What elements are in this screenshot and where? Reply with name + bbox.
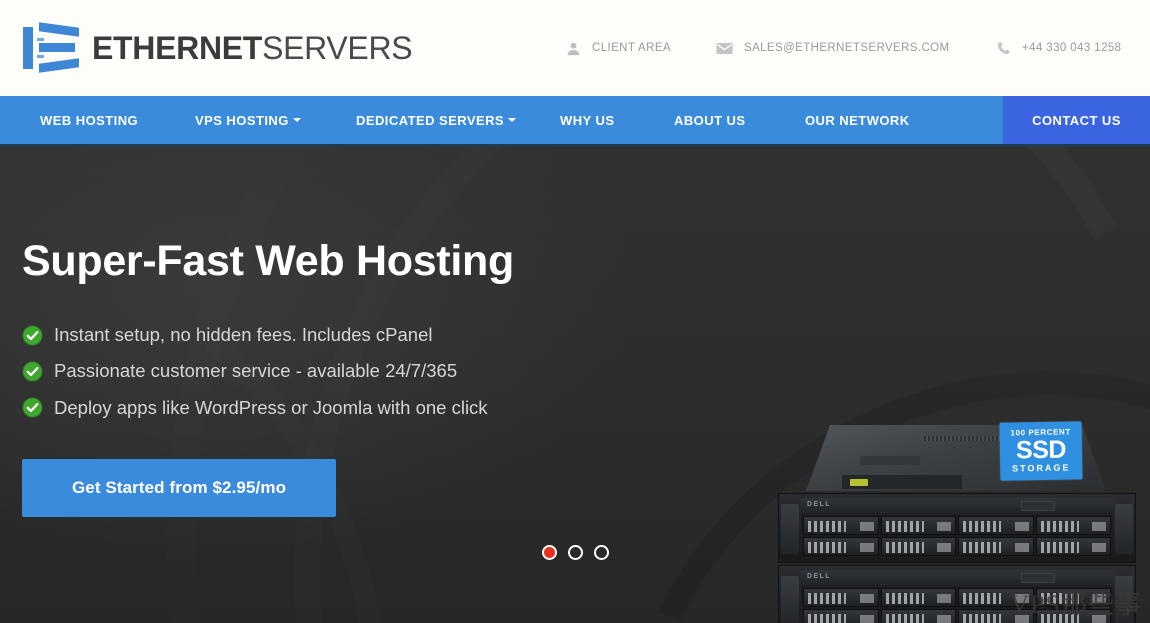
carousel-dot-1[interactable] — [541, 545, 557, 560]
hero-slider: Super-Fast Web Hosting Instant setup, no… — [0, 144, 1150, 623]
nav-item-why-us-label: WHY US — [560, 112, 615, 128]
carousel-dot-2[interactable] — [567, 545, 583, 560]
page-root: ETHERNETSERVERS CLIENT AREA SALES@ETHERN… — [0, 0, 1150, 623]
server-brand-label: DELL — [807, 501, 831, 508]
nav-item-vps-hosting-label: VPS HOSTING — [195, 112, 289, 128]
nav-item-why-us[interactable]: WHY US — [560, 96, 614, 144]
nav-item-dedicated-servers[interactable]: DEDICATED SERVERS — [356, 96, 517, 144]
nav-item-web-hosting-label: WEB HOSTING — [40, 112, 139, 128]
nav-item-web-hosting[interactable]: WEB HOSTING — [40, 96, 138, 144]
hero-feature-item: Instant setup, no hidden fees. Includes … — [22, 324, 642, 346]
nav-item-our-network[interactable]: OUR NETWORK — [805, 96, 910, 144]
nav-item-about-us[interactable]: ABOUT US — [674, 96, 746, 144]
ethernet-e-logo-icon — [22, 22, 80, 74]
hero-feature-label: Instant setup, no hidden fees. Includes … — [54, 324, 433, 346]
header-client-area-link[interactable]: CLIENT AREA — [566, 41, 671, 56]
hero-feature-list: Instant setup, no hidden fees. Includes … — [22, 324, 642, 419]
nav-item-vps-hosting[interactable]: VPS HOSTING — [195, 96, 301, 144]
watermark: VPS那些事 — [1010, 590, 1142, 619]
nav-item-dedicated-servers-label: DEDICATED SERVERS — [356, 112, 505, 128]
ssd-badge-bottom-label: STORAGE — [1012, 462, 1071, 474]
nav-item-our-network-label: OUR NETWORK — [805, 112, 910, 128]
header-client-area-label: CLIENT AREA — [592, 42, 671, 54]
nav-items: WEB HOSTING VPS HOSTING DEDICATED SERVER… — [0, 96, 1003, 144]
nav-item-about-us-label: ABOUT US — [674, 112, 746, 128]
server-brand-label: DELL — [807, 573, 831, 580]
carousel-dot-3[interactable] — [593, 545, 609, 560]
site-header: ETHERNETSERVERS CLIENT AREA SALES@ETHERN… — [0, 0, 1150, 96]
phone-icon — [996, 41, 1011, 56]
check-circle-icon — [22, 397, 43, 418]
header-phone-link[interactable]: +44 330 043 1258 — [996, 41, 1121, 56]
ssd-badge-main-label: SSD — [1015, 435, 1067, 465]
hero-title: Super-Fast Web Hosting — [22, 237, 514, 285]
header-email-link[interactable]: SALES@ETHERNETSERVERS.COM — [716, 42, 950, 55]
user-icon — [566, 41, 581, 56]
envelope-icon — [716, 42, 733, 55]
chevron-down-icon — [508, 118, 517, 122]
hero-feature-label: Passionate customer service - available … — [54, 360, 458, 382]
get-started-button[interactable]: Get Started from $2.95/mo — [22, 458, 336, 517]
main-navigation: WEB HOSTING VPS HOSTING DEDICATED SERVER… — [0, 96, 1150, 144]
logo-wordmark: ETHERNETSERVERS — [92, 30, 413, 66]
nav-item-contact-us-label: CONTACT US — [1032, 112, 1121, 128]
check-circle-icon — [22, 361, 43, 382]
nav-item-contact-us[interactable]: CONTACT US — [1003, 96, 1150, 144]
hero-feature-item: Passionate customer service - available … — [22, 360, 642, 382]
ssd-storage-badge: 100 PERCENT SSD STORAGE — [999, 421, 1083, 481]
hero-text-block: Super-Fast Web Hosting Instant setup, no… — [22, 144, 642, 517]
carousel-pagination — [0, 545, 1150, 560]
site-logo[interactable]: ETHERNETSERVERS — [22, 22, 413, 74]
logo-wordmark-bold: ETHERNET — [92, 30, 263, 66]
chevron-down-icon — [292, 118, 301, 122]
logo-wordmark-light: SERVERS — [262, 30, 413, 66]
hero-feature-label: Deploy apps like WordPress or Joomla wit… — [54, 396, 488, 418]
check-circle-icon — [22, 325, 43, 346]
hero-feature-item: Deploy apps like WordPress or Joomla wit… — [22, 397, 642, 419]
header-email-label: SALES@ETHERNETSERVERS.COM — [744, 42, 950, 54]
header-phone-label: +44 330 043 1258 — [1022, 42, 1122, 54]
